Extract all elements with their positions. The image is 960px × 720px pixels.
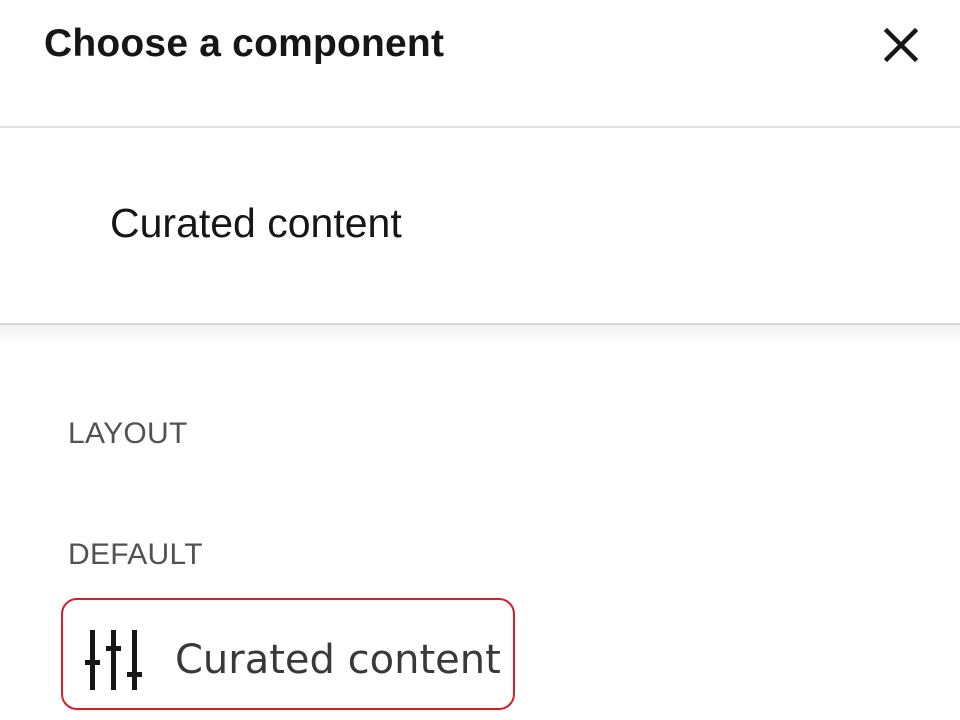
component-chooser-dialog: Choose a component LAYOUT DEFAULT Curate… — [0, 0, 960, 720]
search-area — [0, 128, 960, 325]
dialog-title: Choose a component — [44, 22, 445, 65]
component-item-curated-content[interactable]: Curated content — [61, 598, 515, 710]
component-item-label: Curated content — [175, 637, 501, 683]
search-input[interactable] — [96, 188, 876, 258]
close-icon — [883, 27, 919, 63]
sliders-icon — [85, 630, 142, 690]
dialog-header: Choose a component — [0, 0, 960, 128]
group-label-layout: LAYOUT — [68, 417, 188, 450]
group-label-default: DEFAULT — [68, 538, 203, 571]
close-button[interactable] — [874, 18, 928, 72]
divider-shadow — [0, 325, 960, 345]
